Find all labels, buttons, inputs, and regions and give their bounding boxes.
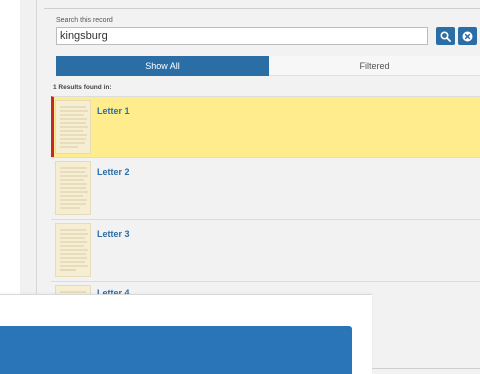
search-icon [440, 30, 451, 42]
tab-show-all[interactable]: Show All [56, 56, 269, 76]
overlay-header-bar [0, 326, 352, 374]
left-gutter [20, 0, 36, 300]
letter-thumbnail [55, 100, 91, 154]
search-label: Search this record [56, 17, 113, 24]
result-item-letter-2[interactable]: Letter 2 [51, 157, 480, 219]
results-count: 1 Results found in: [53, 84, 112, 91]
handwriting-thumbnail-image [60, 229, 88, 271]
clear-search-button[interactable] [458, 27, 477, 45]
letter-thumbnail [55, 223, 91, 277]
page: Search this record Show All Filtered 1 R… [0, 0, 480, 374]
result-title[interactable]: Letter 2 [97, 167, 130, 177]
result-item-letter-3[interactable]: Letter 3 [51, 219, 480, 281]
result-title[interactable]: Letter 3 [97, 229, 130, 239]
handwriting-thumbnail-image [60, 106, 88, 148]
result-title[interactable]: Letter 1 [97, 106, 130, 116]
results-filter-toggle: Show All Filtered [56, 56, 480, 76]
panel-divider [44, 8, 480, 9]
results-list: Letter 1 Letter 2 Letter 3 Letter 4 [51, 96, 480, 300]
tab-filtered[interactable]: Filtered [269, 56, 480, 76]
letter-thumbnail [55, 161, 91, 215]
handwriting-thumbnail-image [60, 167, 88, 209]
search-input[interactable] [56, 27, 428, 45]
search-button[interactable] [436, 27, 455, 45]
close-circle-icon [462, 31, 473, 41]
result-item-letter-1[interactable]: Letter 1 [51, 96, 480, 157]
panel-bottom-divider [372, 368, 480, 369]
